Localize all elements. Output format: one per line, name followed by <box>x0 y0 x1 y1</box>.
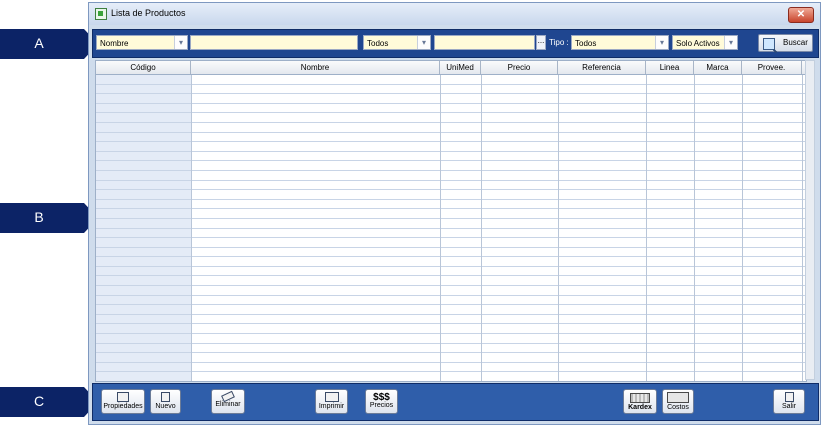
table-row[interactable] <box>96 142 806 152</box>
properties-button[interactable]: Propiedades <box>101 389 145 414</box>
title-bar[interactable]: Lista de Productos ✕ <box>89 3 820 25</box>
tipo-select[interactable]: Todos ▾ <box>571 35 669 50</box>
table-row[interactable] <box>96 123 806 133</box>
table-row[interactable] <box>96 372 806 381</box>
print-button[interactable]: Imprimir <box>315 389 348 414</box>
column-divider <box>440 75 441 381</box>
window-title: Lista de Productos <box>111 8 186 18</box>
properties-icon <box>117 392 129 402</box>
column-divider <box>481 75 482 381</box>
table-row[interactable] <box>96 238 806 248</box>
callout-a: A <box>0 29 98 59</box>
grid-rows <box>96 75 806 381</box>
vertical-scrollbar[interactable] <box>805 60 815 380</box>
delete-button[interactable]: Eliminar <box>211 389 245 414</box>
table-row[interactable] <box>96 161 806 171</box>
table-row[interactable] <box>96 276 806 287</box>
printer-icon <box>324 392 339 402</box>
table-row[interactable] <box>96 296 806 306</box>
column-header-referencia[interactable]: Referencia <box>558 61 646 74</box>
search-icon <box>763 38 775 50</box>
filter-bar: Nombre ▾ Todos ▾ ... Tipo : Todos ▾ Solo… <box>92 29 819 58</box>
kardex-button[interactable]: Kardex <box>623 389 657 414</box>
table-row[interactable] <box>96 94 806 104</box>
table-row[interactable] <box>96 85 806 95</box>
column-header-marca[interactable]: Marca <box>694 61 742 74</box>
column-header-precio[interactable]: Precio <box>481 61 558 74</box>
grid-header: Código Nombre UniMed Precio Referencia L… <box>96 61 806 75</box>
column-divider <box>802 75 803 381</box>
table-row[interactable] <box>96 344 806 354</box>
ledger-icon <box>630 393 650 403</box>
table-row[interactable] <box>96 229 806 239</box>
table-row[interactable] <box>96 190 806 200</box>
table-row[interactable] <box>96 324 806 335</box>
chevron-down-icon: ▾ <box>655 36 668 49</box>
tipo-label: Tipo : <box>549 38 569 47</box>
table-row[interactable] <box>96 171 806 181</box>
bottom-toolbar: Propiedades Nuevo Eliminar Imprimir $$$ … <box>92 383 819 421</box>
column-divider <box>191 75 192 381</box>
table-row[interactable] <box>96 267 806 277</box>
exit-button[interactable]: Salir <box>773 389 805 414</box>
new-document-icon <box>161 392 170 402</box>
chevron-down-icon: ▾ <box>174 36 187 49</box>
table-row[interactable] <box>96 257 806 267</box>
table-row[interactable] <box>96 152 806 162</box>
table-row[interactable] <box>96 200 806 210</box>
chevron-down-icon: ▾ <box>417 36 430 49</box>
column-header-codigo[interactable]: Código <box>96 61 191 74</box>
search-button[interactable]: Buscar <box>758 34 813 52</box>
costs-icon <box>667 392 689 403</box>
column-header-linea[interactable]: Linea <box>646 61 694 74</box>
scope-select[interactable]: Todos ▾ <box>363 35 431 50</box>
field-select[interactable]: Nombre ▾ <box>96 35 188 50</box>
table-row[interactable] <box>96 133 806 143</box>
status-select[interactable]: Solo Activos ▾ <box>672 35 738 50</box>
column-divider <box>646 75 647 381</box>
secondary-input[interactable] <box>434 35 535 50</box>
table-row[interactable] <box>96 219 806 229</box>
app-icon <box>95 8 107 20</box>
table-row[interactable] <box>96 209 806 219</box>
new-button[interactable]: Nuevo <box>150 389 181 414</box>
column-divider <box>742 75 743 381</box>
exit-icon <box>784 392 794 402</box>
costs-button[interactable]: Costos <box>662 389 694 414</box>
column-divider <box>694 75 695 381</box>
callout-b: B <box>0 203 98 233</box>
table-row[interactable] <box>96 334 806 344</box>
table-row[interactable] <box>96 248 806 258</box>
column-header-nombre[interactable]: Nombre <box>191 61 440 74</box>
table-row[interactable] <box>96 113 806 123</box>
table-row[interactable] <box>96 181 806 191</box>
table-row[interactable] <box>96 75 806 85</box>
products-grid[interactable]: Código Nombre UniMed Precio Referencia L… <box>95 60 807 382</box>
products-window: Lista de Productos ✕ Nombre ▾ Todos ▾ ..… <box>88 2 821 425</box>
table-row[interactable] <box>96 315 806 325</box>
table-row[interactable] <box>96 286 806 296</box>
close-button[interactable]: ✕ <box>788 7 814 23</box>
callout-c: C <box>0 387 98 417</box>
column-header-unimed[interactable]: UniMed <box>440 61 481 74</box>
table-row[interactable] <box>96 305 806 315</box>
search-input[interactable] <box>190 35 358 50</box>
table-row[interactable] <box>96 104 806 114</box>
chevron-down-icon: ▾ <box>724 36 737 49</box>
column-divider <box>558 75 559 381</box>
prices-button[interactable]: $$$ Precios <box>365 389 398 414</box>
browse-button[interactable]: ... <box>536 35 546 50</box>
table-row[interactable] <box>96 353 806 363</box>
table-row[interactable] <box>96 363 806 373</box>
column-header-provee[interactable]: Provee. <box>742 61 802 74</box>
